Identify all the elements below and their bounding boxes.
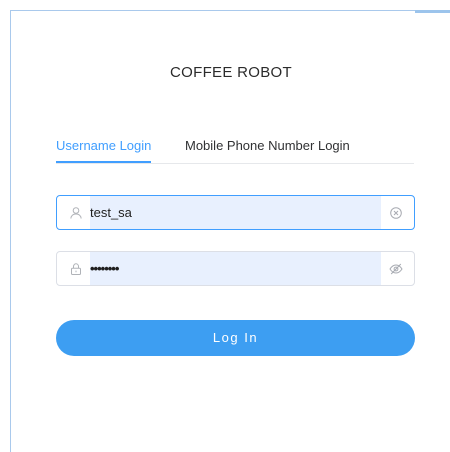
tab-mobile-login[interactable]: Mobile Phone Number Login [185, 138, 350, 161]
app-title: COFFEE ROBOT [170, 64, 292, 81]
autofill-background [90, 196, 381, 229]
password-field[interactable]: •••••••• [56, 251, 415, 286]
tab-username-login[interactable]: Username Login [56, 138, 152, 163]
login-button[interactable]: Log In [56, 320, 415, 356]
user-icon [69, 206, 83, 220]
eye-hidden-icon[interactable] [389, 262, 403, 276]
password-value[interactable]: •••••••• [90, 252, 119, 285]
clear-icon[interactable] [389, 206, 403, 220]
username-field[interactable]: test_sa [56, 195, 415, 230]
login-tabs: Username Login Mobile Phone Number Login [56, 138, 414, 164]
window-top-accent [415, 10, 450, 13]
autofill-background [90, 252, 381, 285]
lock-icon [69, 262, 83, 276]
username-value[interactable]: test_sa [90, 196, 132, 229]
